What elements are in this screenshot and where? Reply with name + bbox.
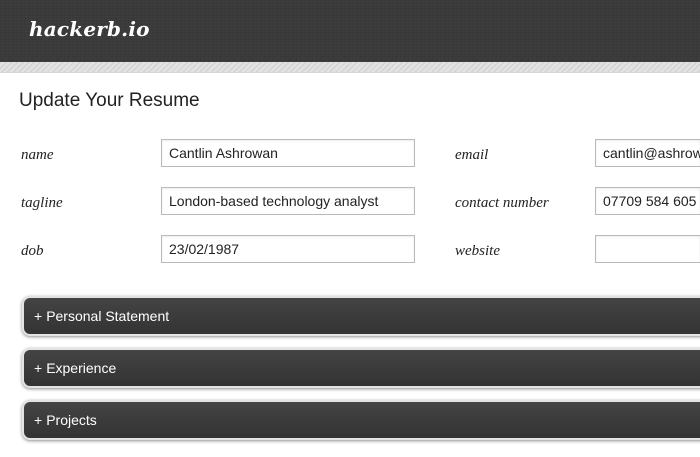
website-field[interactable] [595, 235, 700, 263]
section-projects[interactable]: + Projects [22, 400, 700, 440]
header-stripe-divider [0, 62, 700, 73]
section-personal-statement[interactable]: + Personal Statement [22, 296, 700, 336]
section-label: Projects [46, 412, 97, 428]
contact-number-label: contact number [455, 195, 549, 211]
website-label: website [455, 243, 500, 259]
expand-plus-icon: + [34, 360, 43, 376]
name-label: name [21, 147, 54, 163]
top-bar: hackerb.io [0, 0, 700, 62]
tagline-label: tagline [21, 195, 63, 211]
email-field[interactable]: cantlin@ashrowan.com [595, 139, 700, 167]
email-label: email [455, 147, 489, 163]
dob-label: dob [21, 243, 44, 259]
tagline-field[interactable]: London-based technology analyst [161, 187, 415, 215]
section-label: Personal Statement [46, 308, 170, 324]
dob-field[interactable]: 23/02/1987 [161, 235, 415, 263]
site-logo[interactable]: hackerb.io [29, 17, 150, 41]
contact-number-field[interactable]: 07709 584 605 [595, 187, 700, 215]
expand-plus-icon: + [34, 412, 43, 428]
section-label: Experience [46, 360, 117, 376]
section-experience[interactable]: + Experience [22, 348, 700, 388]
expand-plus-icon: + [34, 308, 43, 324]
page-title: Update Your Resume [19, 90, 200, 111]
name-field[interactable]: Cantlin Ashrowan [161, 139, 415, 167]
